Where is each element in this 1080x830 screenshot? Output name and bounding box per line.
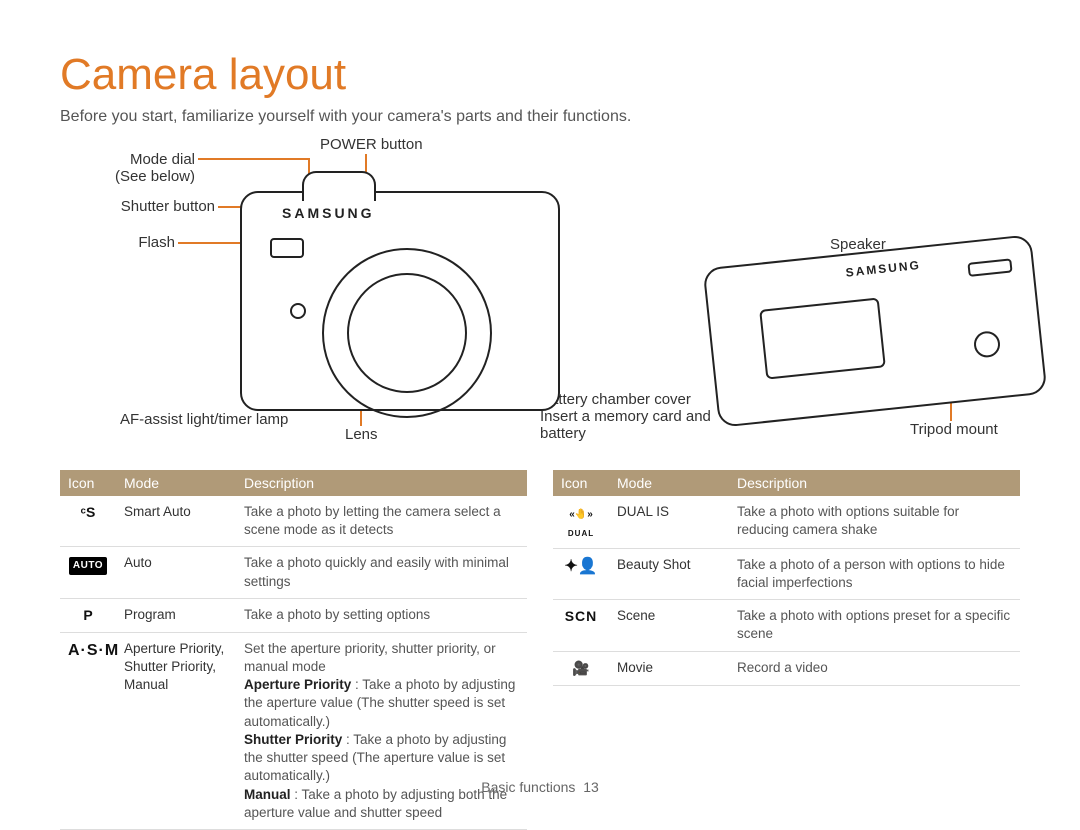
tripod-mount-icon: [973, 330, 1002, 359]
table-row: AUTO Auto Take a photo quickly and easil…: [60, 547, 527, 598]
th-icon: Icon: [553, 470, 609, 496]
mode-name: Smart Auto: [116, 496, 236, 547]
shutter-priority-label: Shutter Priority: [244, 732, 342, 747]
mode-description: Take a photo with options suitable for r…: [729, 496, 1020, 548]
mode-name: Aperture Priority, Shutter Priority, Man…: [116, 632, 236, 829]
mode-name: Movie: [609, 651, 729, 685]
label-flash: Flash: [60, 234, 175, 251]
mode-description: Take a photo quickly and easily with min…: [236, 547, 527, 598]
af-lamp-icon: [290, 303, 306, 319]
camera-bottom-illustration: SAMSUNG: [703, 234, 1048, 428]
mode-name: Beauty Shot: [609, 548, 729, 599]
th-mode: Mode: [116, 470, 236, 496]
label-power-button: POWER button: [320, 136, 423, 153]
asm-desc-intro: Set the aperture priority, shutter prior…: [244, 641, 496, 674]
brand-logo: SAMSUNG: [845, 258, 921, 280]
mode-description: Take a photo of a person with options to…: [729, 548, 1020, 599]
mode-name: DUAL IS: [609, 496, 729, 548]
footer-section: Basic functions: [481, 779, 575, 795]
label-mode-dial: Mode dial: [130, 151, 195, 168]
th-description: Description: [729, 470, 1020, 496]
mode-description: Take a photo by setting options: [236, 598, 527, 632]
mode-table-left: Icon Mode Description ᶜS Smart Auto Take…: [60, 470, 527, 830]
table-row: ᶜS Smart Auto Take a photo by letting th…: [60, 496, 527, 547]
battery-cover-icon: [759, 297, 886, 379]
speaker-icon: [967, 258, 1012, 277]
movie-icon: 🎥: [572, 660, 589, 676]
mode-description: Set the aperture priority, shutter prior…: [236, 632, 527, 829]
leader-line: [198, 158, 308, 160]
dual-is-icon: «🤚»DUAL: [568, 509, 594, 539]
page-footer: Basic functions 13: [0, 779, 1080, 795]
brand-logo: SAMSUNG: [282, 205, 375, 221]
mode-description: Record a video: [729, 651, 1020, 685]
mode-description: Take a photo by letting the camera selec…: [236, 496, 527, 547]
th-icon: Icon: [60, 470, 116, 496]
mode-description: Take a photo with options preset for a s…: [729, 600, 1020, 651]
table-row: 🎥 Movie Record a video: [553, 651, 1020, 685]
label-tripod: Tripod mount: [910, 421, 998, 438]
page-title: Camera layout: [60, 50, 1020, 100]
label-mode-dial-note: (See below): [60, 168, 195, 185]
footer-page-number: 13: [583, 779, 599, 795]
mode-name: Program: [116, 598, 236, 632]
smart-auto-icon: ᶜS: [81, 504, 96, 520]
label-battery-cover: Battery chamber cover: [540, 391, 691, 408]
table-row: ✦👤 Beauty Shot Take a photo of a person …: [553, 548, 1020, 599]
th-description: Description: [236, 470, 527, 496]
label-shutter-button: Shutter button: [60, 198, 215, 215]
scene-icon: SCN: [565, 608, 598, 624]
lens-inner-icon: [347, 273, 467, 393]
label-lens: Lens: [345, 426, 378, 443]
intro-text: Before you start, familiarize yourself w…: [60, 108, 1020, 126]
auto-icon: AUTO: [69, 557, 107, 575]
program-icon: P: [83, 607, 92, 623]
diagram-area: Mode dial (See below) Shutter button Fla…: [60, 136, 1020, 466]
label-af-lamp: AF-assist light/timer lamp: [120, 411, 288, 428]
table-row: P Program Take a photo by setting option…: [60, 598, 527, 632]
camera-front-illustration: SAMSUNG: [240, 191, 560, 411]
mode-name: Auto: [116, 547, 236, 598]
aperture-priority-label: Aperture Priority: [244, 677, 351, 692]
table-row: «🤚»DUAL DUAL IS Take a photo with option…: [553, 496, 1020, 548]
mode-name: Scene: [609, 600, 729, 651]
table-row: A·S·M Aperture Priority, Shutter Priorit…: [60, 632, 527, 829]
beauty-shot-icon: ✦👤: [564, 558, 597, 575]
asm-icon: A·S·M: [68, 642, 119, 659]
mode-table-right: Icon Mode Description «🤚»DUAL DUAL IS Ta…: [553, 470, 1020, 686]
table-row: SCN Scene Take a photo with options pres…: [553, 600, 1020, 651]
th-mode: Mode: [609, 470, 729, 496]
flash-icon: [270, 238, 304, 258]
